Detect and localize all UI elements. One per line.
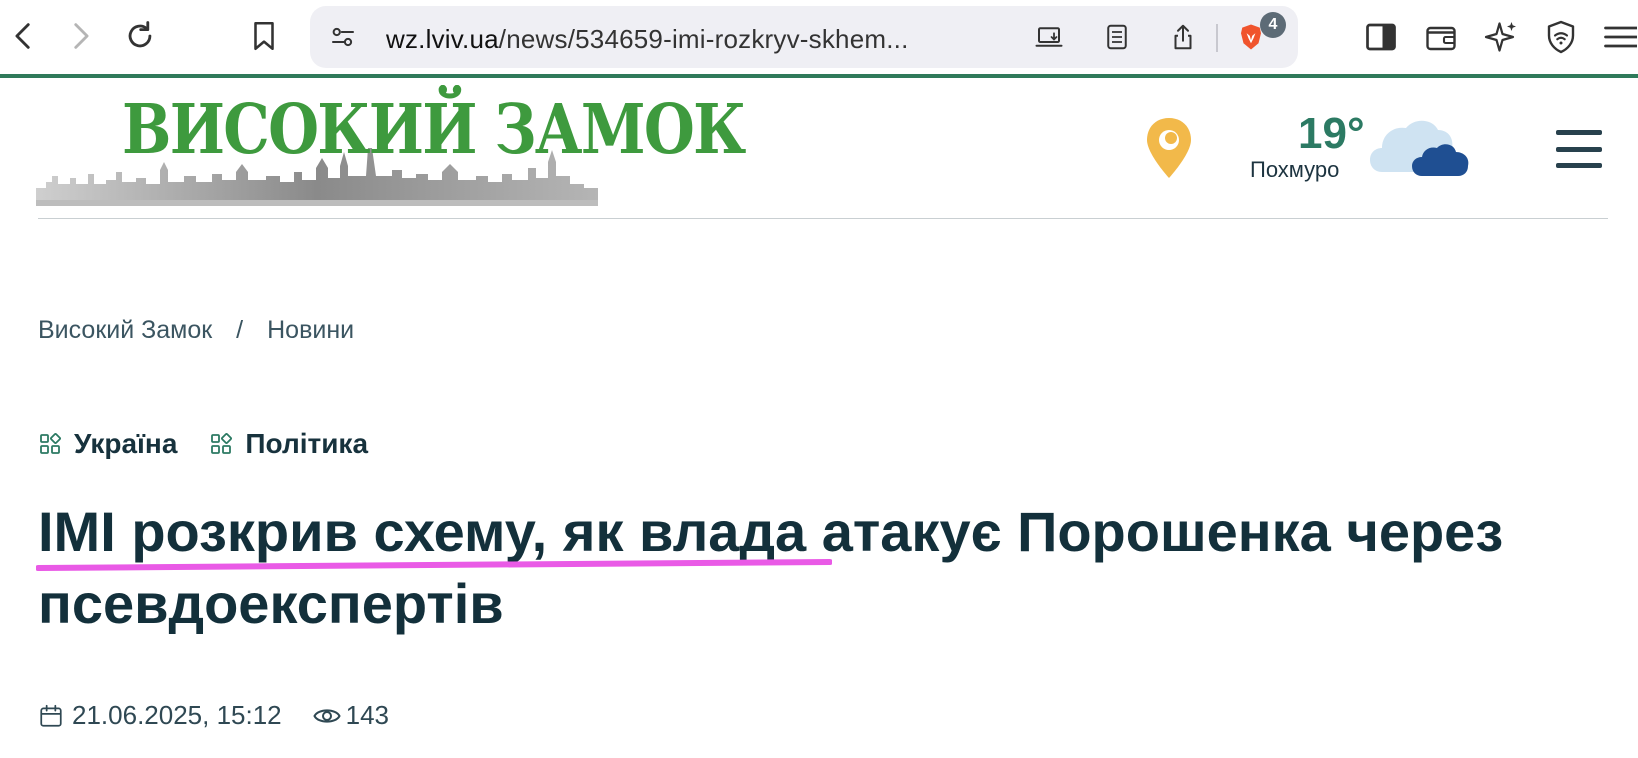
site-settings-icon[interactable]: [326, 20, 360, 54]
view-count: 143: [345, 700, 390, 730]
menu-bar: [1556, 146, 1602, 152]
menu-bar: [1556, 130, 1602, 135]
category-tag-ukraine[interactable]: Україна: [38, 428, 177, 460]
url-divider: [1216, 24, 1218, 52]
vpn-button[interactable]: [1540, 16, 1582, 58]
url-text[interactable]: wz.lviv.ua/news/534659-imi-rozkryv-skhem…: [386, 24, 909, 55]
address-bar[interactable]: wz.lviv.ua/news/534659-imi-rozkryv-skhem…: [310, 6, 1298, 68]
article-meta: 21.06.2025, 15:12 143: [38, 700, 389, 731]
share-icon[interactable]: [1166, 20, 1200, 54]
highlight-underline: [36, 559, 832, 571]
category-grid-icon: [40, 433, 61, 454]
chevron-left-icon: [15, 23, 30, 49]
sparkle-icon: [1484, 22, 1516, 52]
back-button[interactable]: [2, 14, 46, 58]
cloudy-weather-icon: [1370, 120, 1469, 176]
logo-wordmark: ВИСОКИЙ ЗАМОК: [122, 90, 746, 170]
calendar-icon: [40, 704, 62, 727]
leo-ai-button[interactable]: [1480, 16, 1522, 58]
breadcrumb-separator: /: [236, 316, 244, 344]
install-app-icon[interactable]: [1032, 20, 1066, 54]
breadcrumb: Високий Замок / Новини: [38, 316, 354, 345]
breadcrumb-section-link[interactable]: Новини: [267, 316, 354, 345]
weather-condition: Похмуро: [1250, 157, 1340, 182]
category-tag-politics[interactable]: Політика: [209, 428, 368, 460]
header-divider: [38, 218, 1608, 219]
bookmark-button[interactable]: [242, 14, 286, 58]
url-domain: wz.lviv.ua: [386, 24, 499, 54]
site-menu-button[interactable]: [1556, 130, 1602, 168]
category-grid-icon: [211, 433, 233, 454]
hamburger-icon: [1604, 26, 1637, 48]
wallet-icon: [1426, 26, 1456, 51]
article-categories: Україна Політика: [38, 428, 368, 460]
chevron-right-icon: [74, 23, 89, 49]
reload-icon: [128, 21, 152, 48]
menu-bar: [1556, 163, 1602, 168]
url-path: /news/534659-imi-rozkryv-skhem...: [498, 24, 909, 54]
location-pin-icon[interactable]: [1144, 116, 1194, 180]
category-label: Політика: [245, 428, 369, 459]
publish-date: 21.06.2025, 15:12: [72, 700, 282, 730]
browser-menu-button[interactable]: [1598, 16, 1638, 58]
forward-button[interactable]: [58, 14, 102, 58]
site-logo[interactable]: ВИСОКИЙ ЗАМОК: [36, 88, 746, 206]
reader-mode-icon[interactable]: [1100, 20, 1134, 54]
shields-count-badge: 4: [1260, 12, 1286, 38]
category-label: Україна: [74, 428, 178, 459]
browser-toolbar: wz.lviv.ua/news/534659-imi-rozkryv-skhem…: [0, 0, 1638, 78]
sidebar-icon: [1366, 23, 1396, 51]
wallet-button[interactable]: [1420, 16, 1462, 58]
weather-temperature: 19°: [1298, 109, 1365, 158]
shield-icon: [1547, 20, 1575, 54]
eye-icon: [313, 708, 341, 723]
breadcrumb-home-link[interactable]: Високий Замок: [38, 316, 212, 345]
sidebar-toggle-button[interactable]: [1360, 16, 1402, 58]
reload-button[interactable]: [118, 14, 162, 58]
bookmark-icon: [254, 21, 274, 51]
